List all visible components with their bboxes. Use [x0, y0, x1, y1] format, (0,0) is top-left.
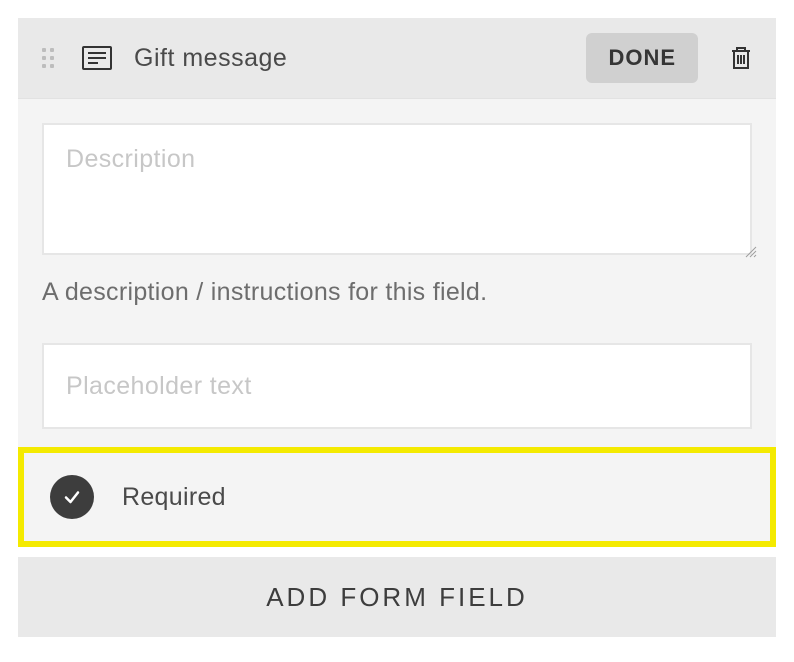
field-panel: Gift message DONE A description / instru…: [18, 18, 776, 547]
required-toggle-row[interactable]: Required: [18, 447, 776, 547]
field-title: Gift message: [134, 44, 586, 73]
drag-handle-icon[interactable]: [42, 48, 54, 68]
form-field-editor: Gift message DONE A description / instru…: [0, 0, 794, 662]
description-input[interactable]: [42, 123, 752, 255]
add-form-field-button[interactable]: ADD FORM FIELD: [18, 557, 776, 637]
done-button[interactable]: DONE: [586, 33, 698, 83]
delete-button[interactable]: [726, 41, 756, 75]
placeholder-input[interactable]: [42, 343, 752, 429]
required-checkbox[interactable]: [50, 475, 94, 519]
panel-body: A description / instructions for this fi…: [18, 98, 776, 547]
trash-icon: [730, 45, 752, 71]
textarea-icon: [82, 46, 112, 70]
panel-header: Gift message DONE: [18, 18, 776, 98]
check-icon: [62, 487, 82, 507]
description-help-text: A description / instructions for this fi…: [42, 278, 752, 307]
required-label: Required: [122, 483, 226, 512]
